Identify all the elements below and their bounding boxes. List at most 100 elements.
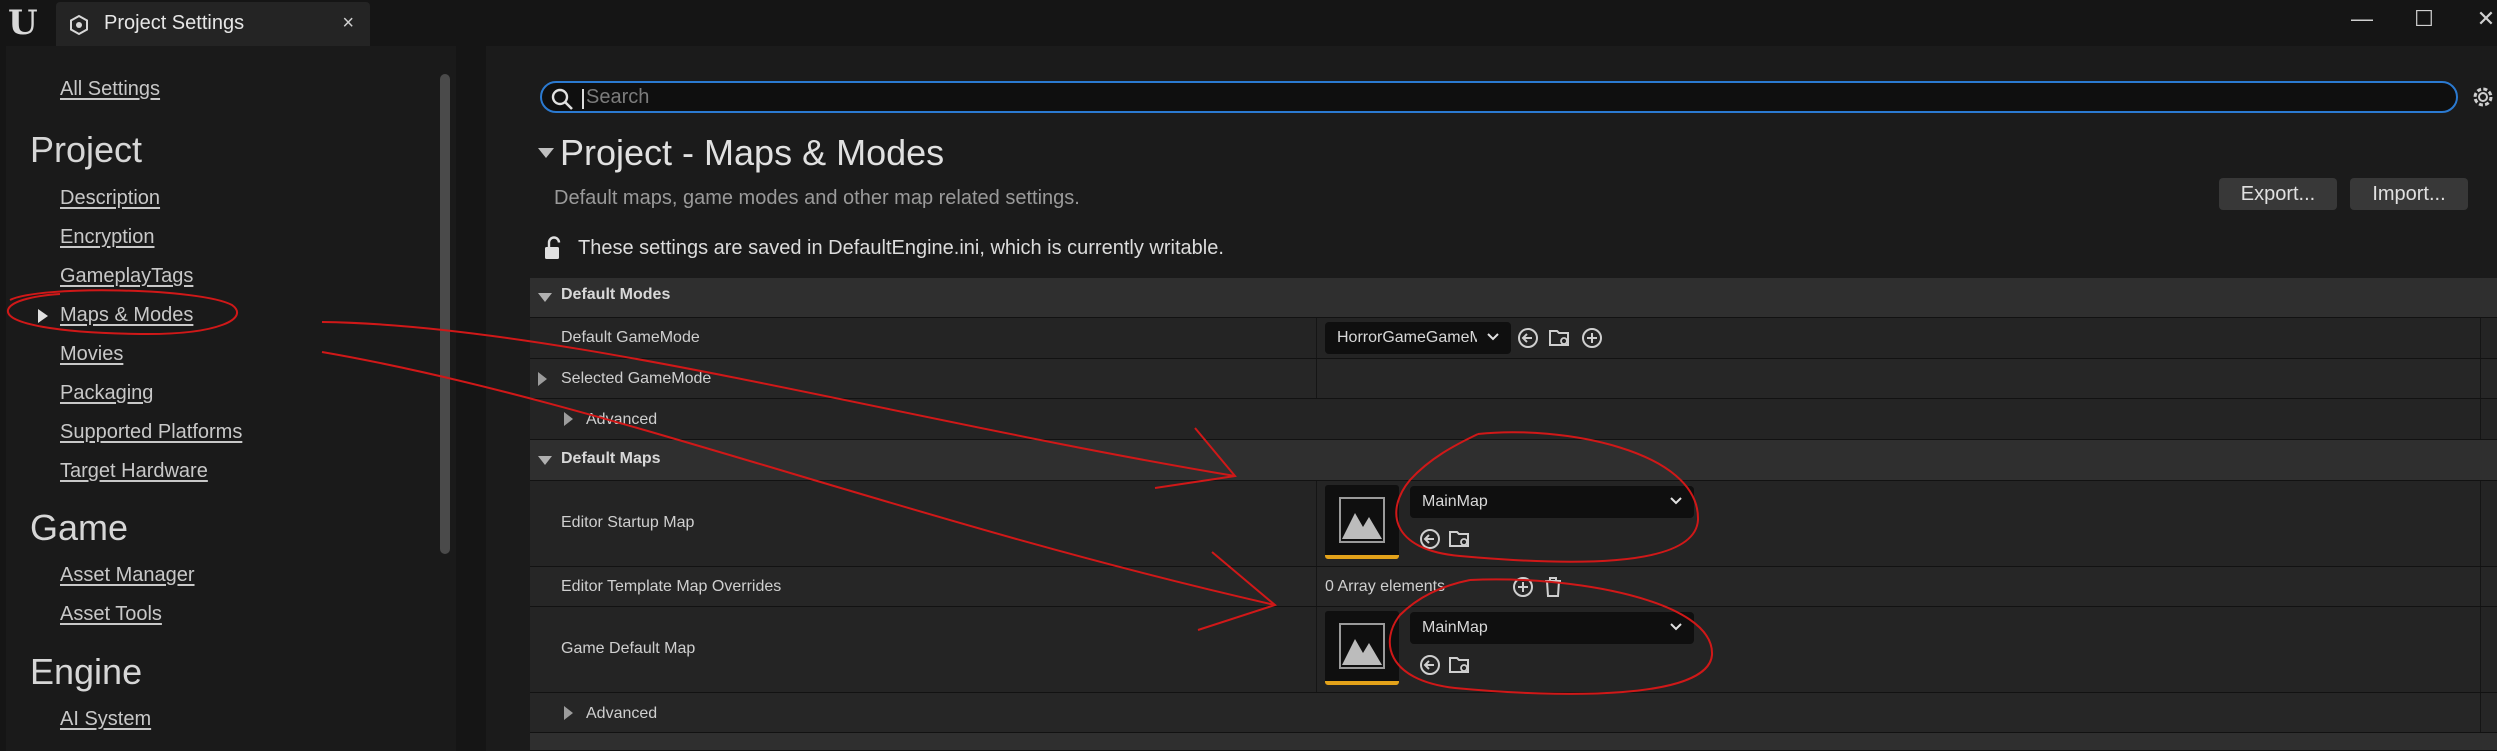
map-asset-icon [1339, 497, 1385, 543]
expand-arrow-icon [538, 293, 552, 302]
property-label: Game Default Map [561, 640, 696, 657]
page-description: Default maps, game modes and other map r… [554, 187, 1080, 209]
search-input[interactable] [586, 83, 2436, 111]
column-splitter [1316, 481, 1317, 566]
browse-folder-icon[interactable] [1548, 326, 1572, 350]
column-edge [2480, 399, 2481, 439]
minimize-button[interactable]: — [2342, 4, 2382, 34]
export-button[interactable]: Export... [2219, 178, 2337, 210]
property-label: Default GameMode [561, 329, 700, 346]
nav-item-ai-system[interactable]: AI System [60, 708, 151, 731]
settings-details-panel: Project - Maps & Modes Default maps, gam… [486, 46, 2497, 751]
tab-title: Project Settings [104, 12, 245, 34]
close-tab-icon[interactable]: × [342, 12, 354, 34]
row-selected-gamemode[interactable]: Selected GameMode [530, 359, 2497, 399]
nav-item-packaging[interactable]: Packaging [60, 382, 153, 405]
property-label: Selected GameMode [561, 370, 712, 387]
map-thumbnail[interactable] [1325, 611, 1399, 685]
close-window-button[interactable]: ✕ [2466, 4, 2497, 34]
game-default-map-value: MainMap [1422, 619, 1488, 636]
maximize-button[interactable]: ☐ [2404, 4, 2444, 34]
browse-folder-icon[interactable] [1448, 653, 1472, 677]
expand-arrow-icon [538, 372, 547, 386]
add-icon[interactable] [1580, 326, 1604, 350]
nav-item-asset-tools[interactable]: Asset Tools [60, 603, 162, 626]
column-edge [2480, 359, 2481, 398]
row-template-map-overrides: Editor Template Map Overrides 0 Array el… [530, 567, 2497, 607]
array-count: 0 Array elements [1325, 578, 1446, 595]
nav-all-settings[interactable]: All Settings [60, 78, 160, 101]
column-edge [2480, 318, 2481, 358]
column-edge [2480, 567, 2481, 606]
nav-item-encryption[interactable]: Encryption [60, 226, 155, 249]
row-default-gamemode: Default GameMode HorrorGameGameMode [530, 318, 2497, 359]
nav-heading-project: Project [30, 129, 143, 170]
gear-icon[interactable] [2468, 82, 2497, 112]
column-splitter [1316, 567, 1317, 606]
search-icon [551, 88, 573, 110]
startup-map-value: MainMap [1422, 493, 1488, 510]
trash-icon[interactable] [1541, 575, 1565, 599]
nav-item-gameplaytags[interactable]: GameplayTags [60, 265, 193, 288]
advanced-label: Advanced [586, 705, 658, 722]
map-thumbnail[interactable] [1325, 485, 1399, 559]
category-next-partial [530, 733, 2497, 751]
collapse-section-icon[interactable] [538, 148, 554, 158]
browse-folder-icon[interactable] [1448, 527, 1472, 551]
column-edge [2480, 693, 2481, 732]
nav-item-supported-platforms[interactable]: Supported Platforms [60, 421, 242, 444]
selected-arrow-icon [38, 309, 48, 323]
property-label: Editor Startup Map [561, 514, 695, 531]
nav-item-asset-manager[interactable]: Asset Manager [60, 564, 195, 587]
category-default-modes[interactable]: Default Modes [530, 278, 2497, 318]
nav-heading-engine: Engine [30, 651, 143, 692]
row-advanced-maps[interactable]: Advanced [530, 693, 2497, 733]
settings-cube-icon [70, 14, 88, 36]
search-box[interactable] [540, 81, 2458, 113]
gamemode-value: HorrorGameGameMode [1337, 329, 1477, 346]
column-edge [2480, 481, 2481, 566]
nav-item-target-hardware[interactable]: Target Hardware [60, 460, 208, 483]
text-caret [582, 89, 584, 109]
gamemode-dropdown[interactable]: HorrorGameGameMode [1325, 322, 1511, 354]
expand-arrow-icon [564, 706, 573, 720]
row-editor-startup-map: Editor Startup Map MainMap [530, 481, 2497, 567]
page-title: Project - Maps & Modes [560, 132, 945, 173]
unreal-logo-icon[interactable]: U [8, 4, 48, 42]
chevron-down-icon [1670, 623, 1682, 631]
column-splitter [1316, 318, 1317, 358]
game-default-map-dropdown[interactable]: MainMap [1410, 612, 1694, 644]
config-saved-note: These settings are saved in DefaultEngin… [578, 237, 1224, 259]
details-rows: Default Modes Default GameMode HorrorGam… [530, 278, 2497, 751]
nav-scrollbar[interactable] [440, 74, 450, 554]
map-asset-icon [1339, 623, 1385, 669]
category-default-maps[interactable]: Default Maps [530, 440, 2497, 481]
nav-item-movies[interactable]: Movies [60, 343, 123, 366]
add-element-icon[interactable] [1511, 575, 1535, 599]
unlocked-icon [545, 236, 561, 259]
use-selected-icon[interactable] [1516, 326, 1540, 350]
row-game-default-map: Game Default Map MainMap [530, 607, 2497, 693]
nav-item-description[interactable]: Description [60, 187, 160, 210]
property-label: Editor Template Map Overrides [561, 578, 782, 595]
import-button[interactable]: Import... [2350, 178, 2468, 210]
title-bar: U Project Settings × — ☐ ✕ [0, 0, 2497, 46]
row-advanced-modes[interactable]: Advanced [530, 399, 2497, 440]
expand-arrow-icon [538, 456, 552, 465]
tab-project-settings[interactable]: Project Settings × [56, 2, 370, 46]
column-edge [2480, 607, 2481, 692]
category-label: Default Modes [561, 286, 671, 303]
startup-map-dropdown[interactable]: MainMap [1410, 486, 1694, 518]
advanced-label: Advanced [586, 411, 658, 428]
chevron-down-icon [1487, 333, 1499, 341]
nav-heading-game: Game [30, 507, 129, 548]
category-label: Default Maps [561, 450, 661, 467]
use-selected-icon[interactable] [1418, 653, 1442, 677]
project-settings-window: U Project Settings × — ☐ ✕ All Settings … [0, 0, 2497, 751]
use-selected-icon[interactable] [1418, 527, 1442, 551]
expand-arrow-icon [564, 412, 573, 426]
chevron-down-icon [1670, 497, 1682, 505]
nav-item-maps-modes[interactable]: Maps & Modes [60, 304, 193, 327]
column-splitter [1316, 607, 1317, 692]
column-splitter [1316, 359, 1317, 398]
